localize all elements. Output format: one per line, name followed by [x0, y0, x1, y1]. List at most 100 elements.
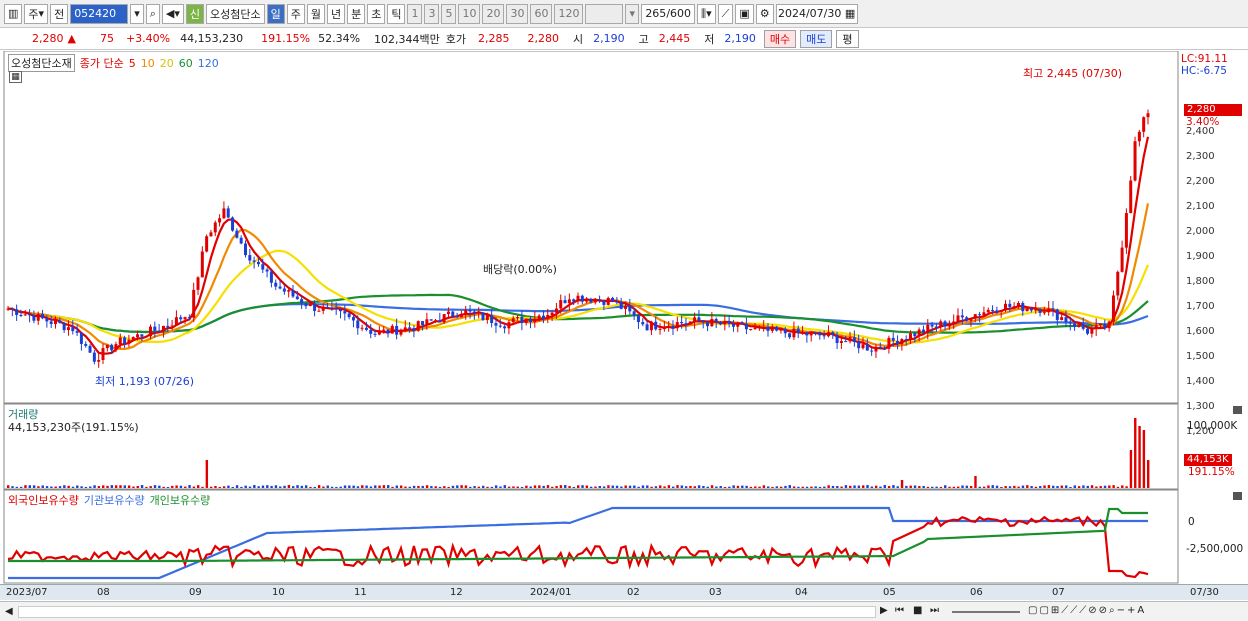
volume-bar	[602, 486, 606, 488]
institution-holding-label[interactable]: 기관보유수량	[84, 492, 145, 508]
speaker-icon[interactable]: ◀▾	[161, 3, 184, 24]
buy-button[interactable]: 매수	[763, 29, 797, 48]
volume-bar	[1047, 485, 1051, 488]
candle-body	[300, 299, 304, 304]
candle-body	[541, 315, 545, 319]
count-field[interactable]: 265/600	[641, 3, 696, 24]
volume-bar	[464, 485, 468, 488]
save-icon[interactable]: ▣	[735, 3, 754, 24]
volume-bar	[456, 485, 459, 488]
interval-30-button[interactable]: 30	[506, 3, 529, 24]
candle-body	[239, 237, 243, 244]
period-tick-button[interactable]: 틱	[387, 3, 406, 24]
interval-5-button[interactable]: 5	[441, 3, 457, 24]
chart-area[interactable]: 오성첨단소재 종가 단순 5 10 20 60 120 ▦ LC:91.11 H…	[0, 51, 1248, 621]
interval-1-button[interactable]: 1	[407, 3, 423, 24]
volume-bar	[106, 485, 109, 488]
volume-bar	[231, 486, 234, 488]
gear-icon[interactable]: ⚙	[755, 3, 774, 24]
ma-label[interactable]: 종가 단순	[80, 55, 124, 71]
eval-button[interactable]: 평	[836, 29, 859, 48]
fast-forward-icon[interactable]: ⏭	[930, 605, 939, 616]
dividend-annotation: 배당락(0.00%)	[483, 263, 557, 276]
volume-panel-close-icon[interactable]	[1233, 406, 1242, 414]
volume-bar	[235, 485, 239, 488]
candle-body	[999, 310, 1003, 313]
candle-body	[23, 314, 27, 316]
ma-120-label: 120	[197, 56, 219, 70]
code-dropdown-button[interactable]: ▾	[130, 3, 144, 24]
stock-code-input[interactable]: 052420	[70, 3, 129, 24]
volume-bar	[37, 486, 40, 488]
period-minute-button[interactable]: 분	[347, 3, 366, 24]
interval-dropdown-button[interactable]: ▾	[625, 3, 640, 24]
search-icon[interactable]: ⌕	[145, 3, 160, 24]
candle-body	[593, 299, 597, 303]
interval-custom-field[interactable]	[585, 3, 624, 24]
interval-10-button[interactable]: 10	[458, 3, 481, 24]
market-select[interactable]: 주 ▾	[24, 3, 49, 24]
volume-bar	[931, 486, 934, 488]
candle-body	[386, 329, 390, 334]
candle-body	[783, 329, 787, 334]
price-stock-label[interactable]: 오성첨단소재	[8, 54, 75, 72]
calculator-icon[interactable]: ▦	[9, 71, 22, 83]
candle-body	[313, 303, 317, 311]
interval-60-button[interactable]: 60	[530, 3, 553, 24]
volume-bar	[300, 485, 304, 488]
individual-holding-label[interactable]: 개인보유수량	[150, 492, 211, 508]
candle-body	[511, 318, 515, 323]
candle-body	[390, 325, 394, 334]
stop-icon[interactable]: ■	[913, 605, 922, 616]
volume-bar	[240, 486, 243, 488]
rewind-icon[interactable]: ⏮	[895, 605, 904, 616]
low-price: 2,190	[724, 32, 756, 45]
layout-icon[interactable]: ▥	[4, 3, 23, 24]
candle-body	[161, 325, 165, 332]
candle-body	[408, 327, 412, 329]
sell-button[interactable]: 매도	[800, 29, 833, 48]
horizontal-scrollbar[interactable]	[18, 606, 876, 618]
candle-body	[131, 336, 135, 340]
high-annotation: 최고 2,445 (07/30)	[1023, 67, 1123, 80]
interval-120-button[interactable]: 120	[554, 3, 584, 24]
candle-body	[1094, 325, 1098, 329]
period-day-button[interactable]: 일	[266, 3, 285, 24]
volume-bar	[469, 486, 472, 488]
date-field[interactable]: 2024/07/30 ▦	[775, 3, 858, 24]
candle-body	[118, 337, 122, 345]
candle-type-icon[interactable]: ⫼▾	[697, 3, 716, 24]
candle-body	[105, 344, 109, 349]
holding-panel-close-icon[interactable]	[1233, 492, 1242, 500]
period-week-button[interactable]: 주	[286, 3, 305, 24]
price-kind-select[interactable]: 전	[50, 3, 69, 24]
price-tick-label: 1,700	[1186, 301, 1215, 312]
volume-bar	[987, 485, 990, 488]
hc-value: HC:-6.75	[1181, 65, 1227, 77]
period-year-button[interactable]: 년	[326, 3, 346, 24]
volume-bar	[201, 486, 204, 488]
foreign-holding-label[interactable]: 외국인보유수량	[8, 492, 79, 508]
scroll-left-arrow-icon[interactable]: ◀	[5, 606, 13, 617]
interval-3-button[interactable]: 3	[424, 3, 440, 24]
tool-icons[interactable]: ▢▢⊞⟋⟋⟋⊘⊘⌕−+A	[1028, 605, 1146, 616]
volume-bar	[982, 486, 986, 488]
scroll-right-arrow-icon[interactable]: ▶	[880, 605, 888, 616]
candle-body	[485, 315, 489, 320]
candle-body	[960, 315, 964, 318]
period-month-button[interactable]: 월	[306, 3, 325, 24]
period-second-button[interactable]: 초	[367, 3, 386, 24]
holding-tick-minus: -2,500,000	[1186, 543, 1244, 555]
chart-toolbar: ▥ 주 ▾ 전 052420 ▾ ⌕ ◀▾ 신 오성첨단소 일 주 월 년 분 초…	[0, 0, 1248, 28]
candle	[429, 319, 433, 321]
candle-body	[261, 264, 265, 270]
candle-body	[788, 333, 792, 338]
stock-name-field[interactable]: 오성첨단소	[206, 3, 265, 24]
zoom-slider[interactable]	[952, 611, 1020, 613]
line-tool-icon[interactable]: ⟋	[717, 3, 734, 24]
candle-body	[222, 208, 226, 219]
interval-20-button[interactable]: 20	[482, 3, 505, 24]
volume-bar	[93, 485, 96, 488]
volume-bar	[279, 486, 282, 488]
candle-body	[624, 306, 627, 309]
